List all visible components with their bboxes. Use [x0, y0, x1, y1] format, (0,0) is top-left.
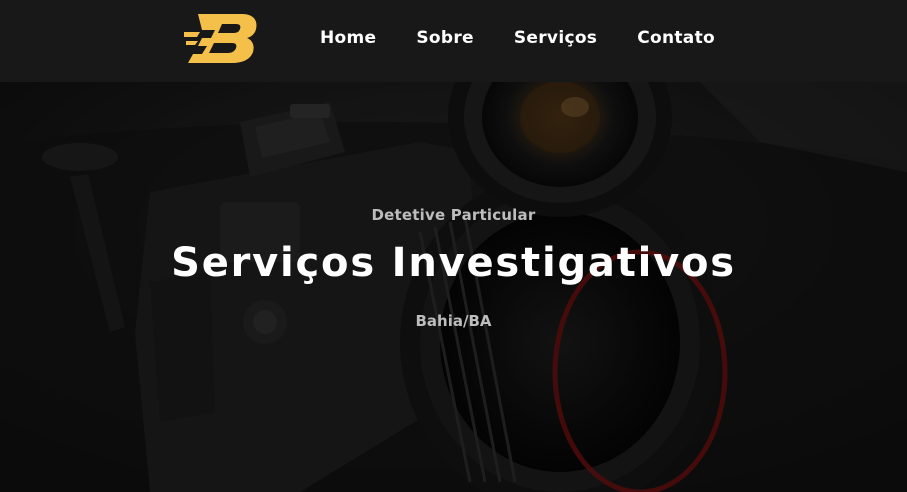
top-navbar: Home Sobre Serviços Contato [0, 0, 907, 82]
hero-title: Serviços Investigativos [171, 240, 736, 286]
hero-section: Detetive Particular Serviços Investigati… [0, 82, 907, 492]
hero-content: Detetive Particular Serviços Investigati… [0, 82, 907, 492]
nav-servicos[interactable]: Serviços [514, 28, 597, 48]
nav-sobre[interactable]: Sobre [416, 28, 474, 48]
main-nav: Home Sobre Serviços Contato [320, 0, 755, 76]
nav-contato[interactable]: Contato [637, 28, 715, 48]
bolt-letter-b-logo-icon [184, 14, 257, 63]
nav-home[interactable]: Home [320, 28, 376, 48]
brand-logo[interactable] [184, 12, 260, 64]
hero-location: Bahia/BA [415, 312, 492, 330]
hero-eyebrow: Detetive Particular [371, 206, 536, 224]
